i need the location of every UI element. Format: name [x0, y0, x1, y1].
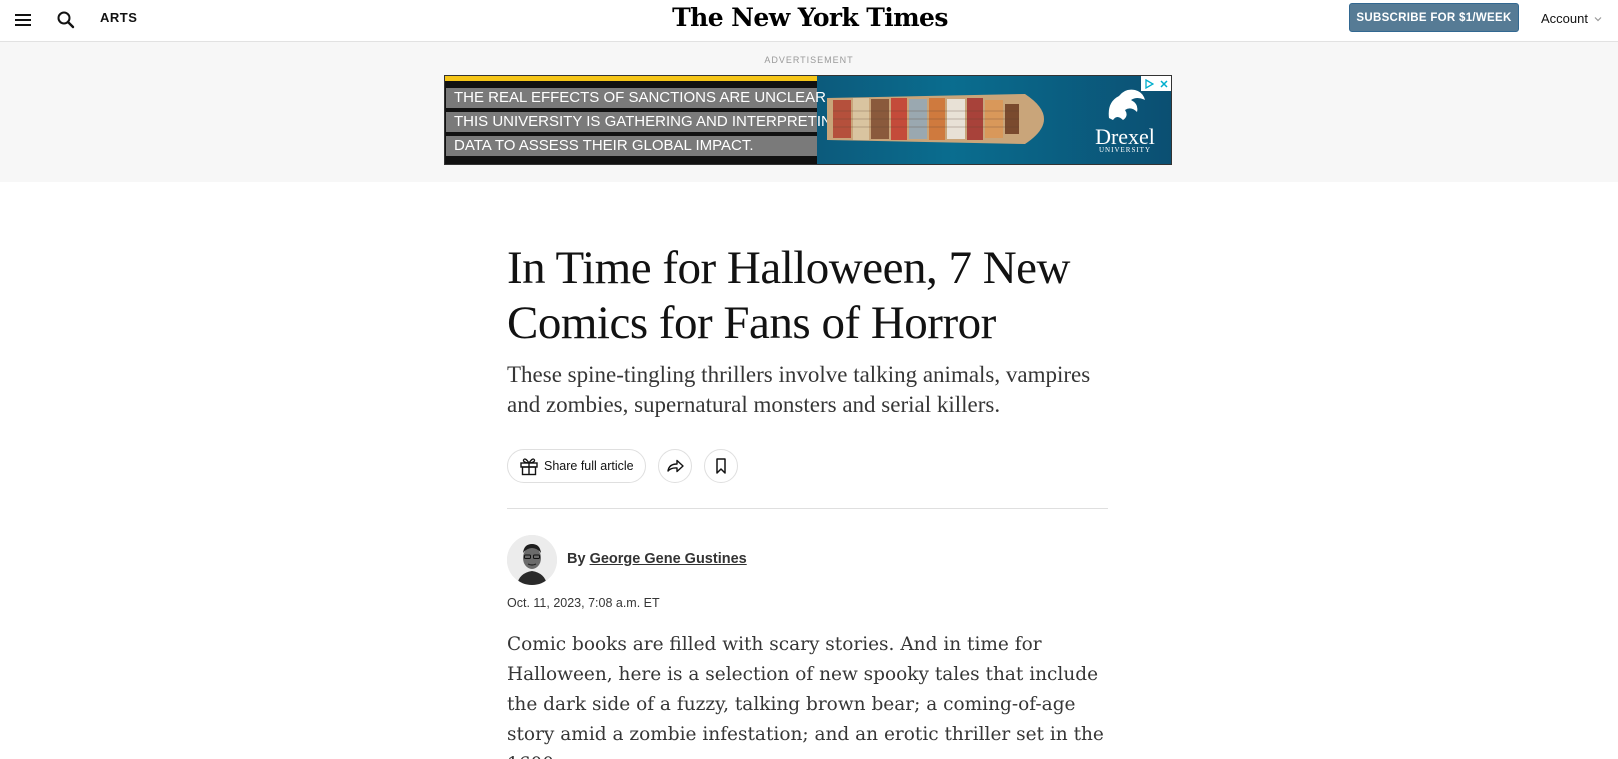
nyt-logo[interactable]: The New York Times [660, 3, 960, 32]
article-headline: In Time for Halloween, 7 New Comics for … [507, 242, 1070, 349]
section-link-arts[interactable]: ARTS [100, 10, 137, 25]
publish-date: Oct. 11, 2023, 7:08 a.m. ET [507, 596, 660, 610]
bookmark-icon [715, 458, 726, 474]
share-arrow-icon [666, 459, 684, 473]
ad-text-panel: THE REAL EFFECTS OF SANCTIONS ARE UNCLEA… [445, 81, 844, 164]
account-menu[interactable]: Account [1541, 11, 1602, 26]
share-full-article-label: Share full article [544, 459, 634, 473]
search-icon[interactable] [55, 9, 77, 31]
share-button[interactable] [657, 449, 692, 483]
ad-line-3: DATA TO ASSESS THEIR GLOBAL IMPACT. [446, 136, 817, 156]
chevron-down-icon [1594, 16, 1602, 21]
ad-close-icon[interactable] [1156, 76, 1171, 91]
cargo-ship-image [827, 94, 1044, 144]
byline: By George Gene Gustines [567, 551, 747, 567]
header-divider [507, 508, 1108, 509]
save-button[interactable] [703, 449, 738, 483]
gift-icon [520, 458, 538, 476]
ad-area: ADVERTISEMENT THE REAL EFFECTS OF SANCTI… [0, 42, 1618, 182]
ad-line-2: THIS UNIVERSITY IS GATHERING AND INTERPR… [446, 112, 844, 132]
ad-line-1: THE REAL EFFECTS OF SANCTIONS ARE UNCLEA… [446, 88, 830, 108]
account-label: Account [1541, 11, 1588, 26]
author-link[interactable]: George Gene Gustines [590, 551, 747, 567]
subscribe-button[interactable]: SUBSCRIBE FOR $1/WEEK [1349, 3, 1519, 32]
article-first-paragraph: Comic books are filled with scary storie… [507, 634, 1104, 759]
hamburger-menu-icon[interactable] [13, 10, 33, 30]
share-toolbar: Share full article [507, 449, 738, 483]
top-bar: ARTS The New York Times SUBSCRIBE FOR $1… [0, 0, 1618, 42]
adchoices-icon[interactable] [1141, 76, 1156, 91]
ad-label: ADVERTISEMENT [764, 55, 854, 65]
article-summary: These spine-tingling thrillers involve t… [507, 362, 1091, 417]
drexel-university-label: UNIVERSITY [1099, 146, 1151, 154]
share-full-article-button[interactable]: Share full article [507, 449, 646, 483]
author-avatar[interactable] [507, 535, 557, 585]
ad-controls [1141, 76, 1171, 91]
ad-banner[interactable]: THE REAL EFFECTS OF SANCTIONS ARE UNCLEA… [444, 75, 1172, 165]
byline-prefix: By [567, 551, 586, 567]
